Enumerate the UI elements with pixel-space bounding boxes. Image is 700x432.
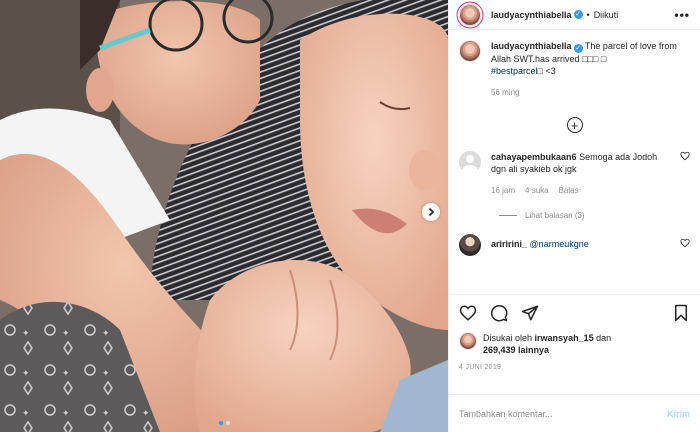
- comments-section: laudyacynthiabella ✓ The parcel of love f…: [449, 30, 700, 294]
- view-replies-button[interactable]: Lihat balasan (3): [499, 211, 690, 220]
- likes-prefix: Disukai oleh: [483, 333, 533, 343]
- comment-time: 16 jam: [491, 186, 516, 195]
- separator-bullet: •: [586, 9, 590, 20]
- instagram-post: ✦: [0, 0, 700, 432]
- caption-suffix: <3: [545, 66, 556, 76]
- comment-reply-button[interactable]: Balas: [559, 185, 579, 197]
- comment-item: ariririni_ @narmeukgne: [459, 234, 690, 256]
- heart-icon[interactable]: [680, 238, 690, 248]
- post-photo[interactable]: ✦: [0, 0, 448, 432]
- caption-avatar[interactable]: [459, 40, 481, 62]
- photo-image: ✦: [0, 0, 448, 432]
- add-circle-icon: +: [570, 117, 579, 133]
- follow-status-button[interactable]: Diikuti: [594, 10, 619, 20]
- comment-icon[interactable]: [490, 304, 508, 322]
- share-icon[interactable]: [521, 304, 539, 322]
- likes-summary: Disukai oleh irwansyah_15 dan 269,439 la…: [459, 332, 690, 356]
- caption-hashtag[interactable]: #bestparcel□: [491, 66, 543, 76]
- author-username[interactable]: laudyacynthiabella: [491, 10, 572, 20]
- more-options-button[interactable]: •••: [674, 8, 690, 22]
- post-date: 4 JUNI 2019: [459, 364, 502, 371]
- verified-icon: ✓: [573, 44, 583, 53]
- post-comment-button[interactable]: Kirim: [667, 409, 690, 419]
- comment-item: cahayapembukaan6 Semoga ada Jodoh dgn al…: [459, 151, 690, 197]
- chevron-right-icon: [428, 207, 435, 217]
- heart-icon[interactable]: [459, 304, 477, 322]
- verified-icon: ✓: [573, 10, 583, 19]
- carousel-indicator: [0, 421, 448, 425]
- post-header: laudyacynthiabella ✓ • Diikuti •••: [449, 0, 700, 30]
- add-comment-bar: Kirim: [449, 394, 700, 432]
- comment-mention[interactable]: @narmeukgne: [530, 239, 589, 249]
- carousel-dot-2: [225, 421, 230, 425]
- author-avatar[interactable]: [459, 3, 481, 26]
- likes-conj: dan: [596, 333, 612, 343]
- caption-username[interactable]: laudyacynthiabella: [491, 41, 572, 51]
- liker-avatar[interactable]: [459, 332, 477, 350]
- comment-likes[interactable]: 4 suka: [525, 185, 549, 197]
- caption-emoji: □□□ □: [582, 54, 607, 64]
- comment-input[interactable]: [459, 408, 667, 419]
- liker-username[interactable]: irwansyah_15: [535, 333, 594, 343]
- comment-username[interactable]: ariririni_: [491, 239, 527, 249]
- likes-count[interactable]: 269,439 lainnya: [483, 345, 549, 355]
- caption-time: 56 ming: [491, 88, 520, 97]
- caption: laudyacynthiabella ✓ The parcel of love f…: [459, 40, 690, 99]
- heart-icon[interactable]: [680, 151, 690, 161]
- replies-line: [499, 215, 517, 216]
- bookmark-icon[interactable]: [672, 304, 690, 322]
- next-photo-button[interactable]: [422, 203, 440, 221]
- action-icons: [459, 303, 690, 323]
- post-panel: laudyacynthiabella ✓ • Diikuti ••• laudy…: [448, 0, 700, 432]
- comment-username[interactable]: cahayapembukaan6: [491, 152, 577, 162]
- view-replies-label: Lihat balasan (3): [525, 211, 585, 220]
- carousel-dot-1: [218, 421, 223, 425]
- post-actions: Disukai oleh irwansyah_15 dan 269,439 la…: [449, 294, 700, 394]
- load-more-comments-button[interactable]: +: [566, 117, 583, 133]
- commenter-avatar[interactable]: [459, 234, 481, 256]
- commenter-avatar[interactable]: [459, 151, 481, 173]
